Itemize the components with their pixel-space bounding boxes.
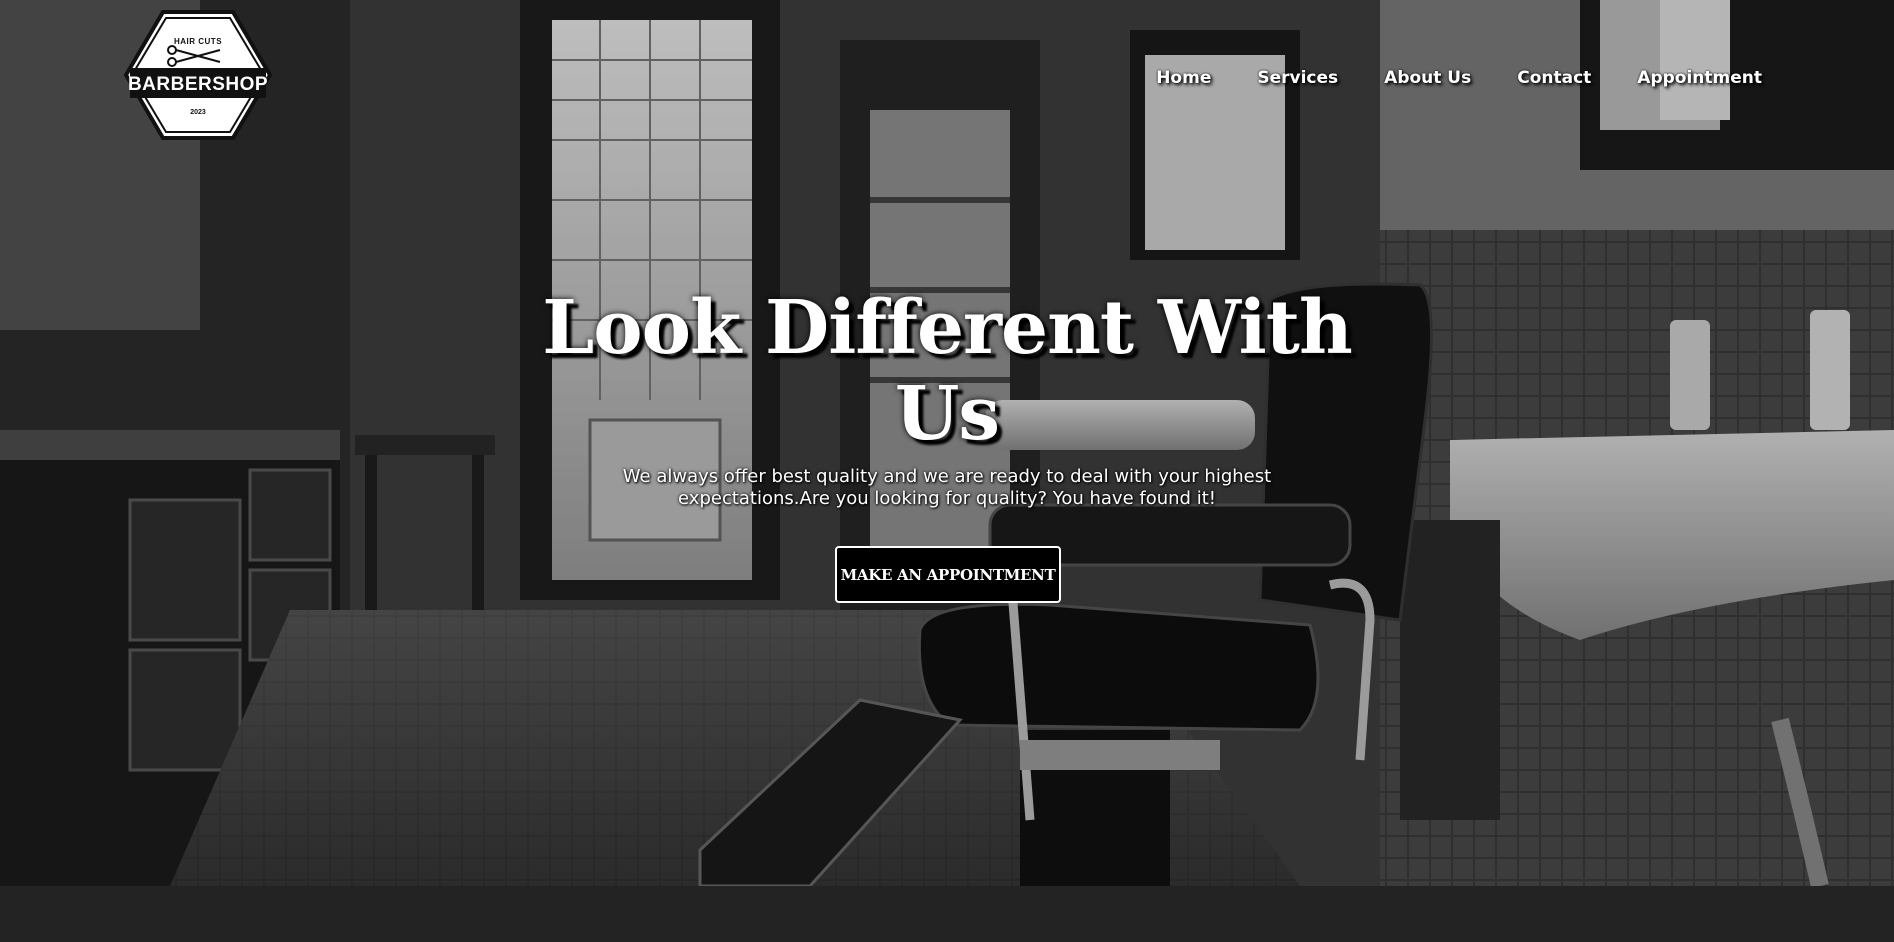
make-appointment-button[interactable]: MAKE AN APPOINTMENT (835, 546, 1061, 603)
hero-section: HAIR CUTS BARBERSHOP 2023 Home Services … (0, 0, 1894, 886)
page-bottom-band (0, 886, 1894, 942)
nav-services[interactable]: Services (1257, 68, 1338, 88)
nav-home[interactable]: Home (1156, 68, 1211, 88)
nav-contact[interactable]: Contact (1517, 68, 1591, 88)
barbershop-logo[interactable]: HAIR CUTS BARBERSHOP 2023 (118, 8, 278, 142)
nav-appointment[interactable]: Appointment (1637, 68, 1762, 88)
main-nav: Home Services About Us Contact Appointme… (1156, 68, 1762, 88)
hero-headline: Look Different With Us (542, 285, 1353, 457)
hero-subtext: We always offer best quality and we are … (622, 466, 1272, 509)
nav-about-us[interactable]: About Us (1384, 68, 1471, 88)
logo-top-text: HAIR CUTS (174, 37, 222, 46)
logo-year: 2023 (190, 109, 206, 116)
logo-main-text: BARBERSHOP (128, 74, 268, 95)
